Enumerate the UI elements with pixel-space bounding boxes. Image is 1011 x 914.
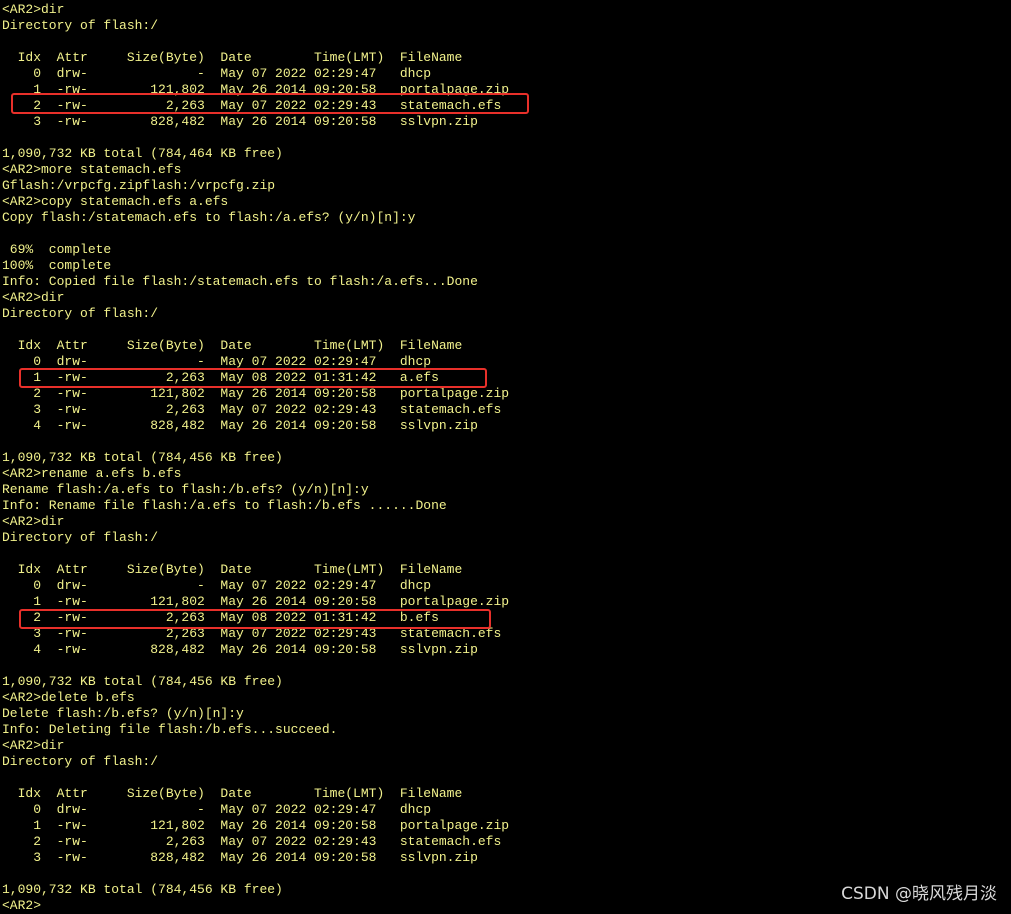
terminal-line: Directory of flash:/	[2, 306, 159, 321]
terminal-line: 0 drw- - May 07 2022 02:29:47 dhcp	[2, 66, 432, 81]
terminal-line: 1 -rw- 121,802 May 26 2014 09:20:58 port…	[2, 594, 510, 609]
terminal-line: 2 -rw- 2,263 May 07 2022 02:29:43 statem…	[2, 834, 502, 849]
terminal-line: <AR2>rename a.efs b.efs	[2, 466, 182, 481]
terminal-line: 1,090,732 KB total (784,464 KB free)	[2, 146, 283, 161]
terminal-line: Info: Deleting file flash:/b.efs...succe…	[2, 722, 338, 737]
terminal-line: Idx Attr Size(Byte) Date Time(LMT) FileN…	[2, 50, 463, 65]
terminal-line: Rename flash:/a.efs to flash:/b.efs? (y/…	[2, 482, 369, 497]
terminal-line: Delete flash:/b.efs? (y/n)[n]:y	[2, 706, 244, 721]
terminal-line: 4 -rw- 828,482 May 26 2014 09:20:58 sslv…	[2, 642, 478, 657]
terminal-line: 3 -rw- 828,482 May 26 2014 09:20:58 sslv…	[2, 114, 478, 129]
terminal-line: 2 -rw- 2,263 May 07 2022 02:29:43 statem…	[2, 98, 502, 113]
terminal-line: <AR2>dir	[2, 2, 65, 17]
terminal-line: 1 -rw- 2,263 May 08 2022 01:31:42 a.efs	[2, 370, 439, 385]
terminal-line: <AR2>copy statemach.efs a.efs	[2, 194, 229, 209]
terminal-line: 3 -rw- 828,482 May 26 2014 09:20:58 sslv…	[2, 850, 478, 865]
terminal-line: <AR2>delete b.efs	[2, 690, 135, 705]
terminal-line: Idx Attr Size(Byte) Date Time(LMT) FileN…	[2, 338, 463, 353]
terminal-line: Idx Attr Size(Byte) Date Time(LMT) FileN…	[2, 786, 463, 801]
terminal-line: Directory of flash:/	[2, 18, 159, 33]
terminal-line: Gflash:/vrpcfg.zipflash:/vrpcfg.zip	[2, 178, 276, 193]
terminal-line: <AR2>dir	[2, 290, 65, 305]
terminal-line: 4 -rw- 828,482 May 26 2014 09:20:58 sslv…	[2, 418, 478, 433]
terminal-line: Info: Copied file flash:/statemach.efs t…	[2, 274, 478, 289]
terminal-line: 1,090,732 KB total (784,456 KB free)	[2, 674, 283, 689]
terminal-output[interactable]: <AR2>dir Directory of flash:/ Idx Attr Si…	[2, 2, 1007, 913]
terminal-line: 3 -rw- 2,263 May 07 2022 02:29:43 statem…	[2, 402, 502, 417]
terminal-line: 100% complete	[2, 258, 112, 273]
terminal-line: 2 -rw- 121,802 May 26 2014 09:20:58 port…	[2, 386, 510, 401]
csdn-watermark: CSDN @晓风残月淡	[841, 884, 997, 904]
terminal-line: 3 -rw- 2,263 May 07 2022 02:29:43 statem…	[2, 626, 502, 641]
terminal-line: <AR2>more statemach.efs	[2, 162, 182, 177]
terminal-line: <AR2>dir	[2, 738, 65, 753]
terminal-line: Copy flash:/statemach.efs to flash:/a.ef…	[2, 210, 416, 225]
terminal-line: 1,090,732 KB total (784,456 KB free)	[2, 450, 283, 465]
terminal-line: 1 -rw- 121,802 May 26 2014 09:20:58 port…	[2, 82, 510, 97]
terminal-line: Idx Attr Size(Byte) Date Time(LMT) FileN…	[2, 562, 463, 577]
terminal-line: 69% complete	[2, 242, 112, 257]
terminal-line: 0 drw- - May 07 2022 02:29:47 dhcp	[2, 578, 432, 593]
terminal-line: Directory of flash:/	[2, 754, 159, 769]
terminal-line: 1 -rw- 121,802 May 26 2014 09:20:58 port…	[2, 818, 510, 833]
terminal-line: Info: Rename file flash:/a.efs to flash:…	[2, 498, 447, 513]
terminal-line: 2 -rw- 2,263 May 08 2022 01:31:42 b.efs	[2, 610, 439, 625]
terminal-line: 0 drw- - May 07 2022 02:29:47 dhcp	[2, 354, 432, 369]
terminal-line: <AR2>dir	[2, 514, 65, 529]
terminal-line: 0 drw- - May 07 2022 02:29:47 dhcp	[2, 802, 432, 817]
terminal-line: Directory of flash:/	[2, 530, 159, 545]
